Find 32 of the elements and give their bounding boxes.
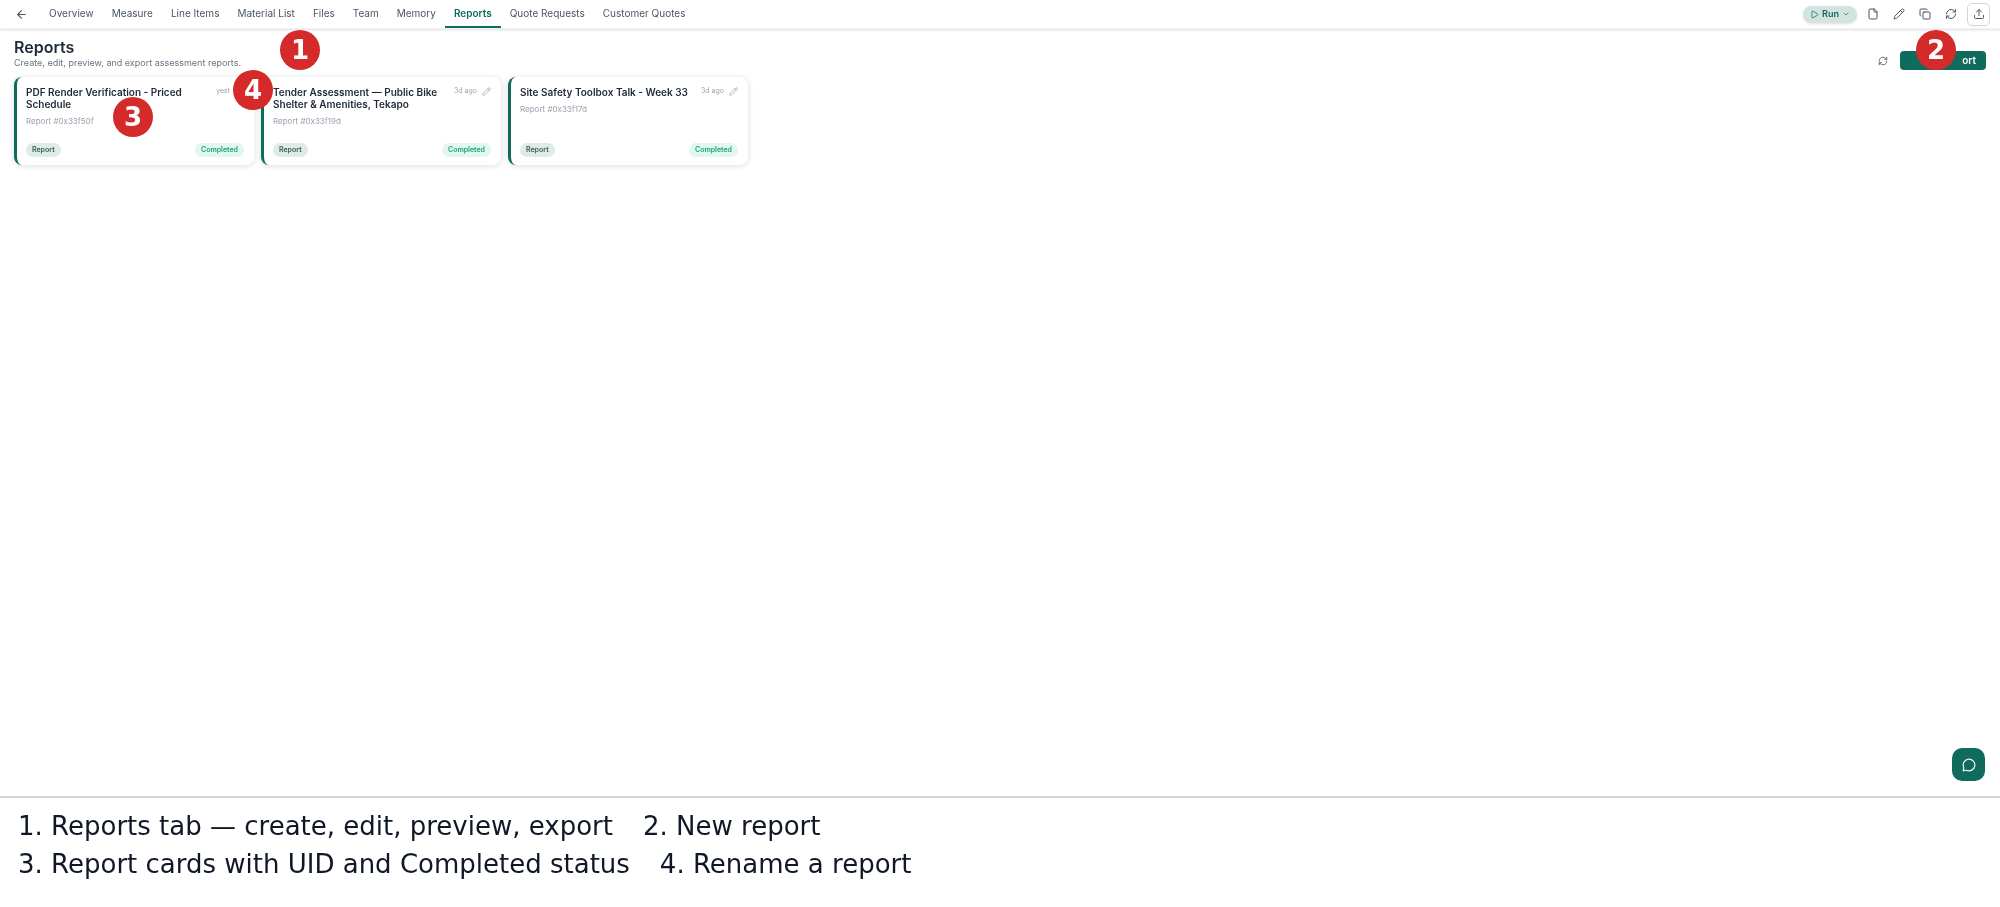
annotation-marker: 4	[233, 70, 273, 110]
tab[interactable]: Customer Quotes	[593, 0, 695, 28]
upload-icon	[1972, 8, 1985, 20]
annotation-marker: 1	[280, 30, 320, 70]
report-title: Tender Assessment — Public Bike Shelter & Amenities, Tekapo	[273, 86, 439, 110]
play-icon	[1810, 9, 1820, 19]
chat-button[interactable]	[1952, 748, 1985, 781]
tab[interactable]: Files	[303, 0, 344, 28]
run-button[interactable]: Run	[1803, 5, 1857, 23]
chat-bubble-icon	[1961, 757, 1976, 772]
tab[interactable]: Team	[343, 0, 388, 28]
page-subtitle: Create, edit, preview, and export assessment reports.	[14, 57, 242, 69]
legend-text: 1. Reports tab — create, edit, preview, export	[18, 812, 613, 840]
annotation-marker: 2	[1916, 30, 1956, 70]
legend-text: 4. Rename a report	[659, 850, 912, 878]
tab[interactable]: Quote Requests	[500, 0, 594, 28]
back-arrow-icon	[14, 7, 28, 21]
upload-button[interactable]	[1967, 2, 1990, 26]
tab[interactable]: Overview	[40, 0, 103, 28]
tab[interactable]: Line Items	[161, 0, 229, 28]
tab[interactable]: Material List	[228, 0, 304, 28]
legend-text: 2. New report	[643, 812, 821, 840]
legend-text: 3. Report cards with UID and Completed status	[18, 850, 630, 878]
tab[interactable]: Measure	[102, 0, 162, 28]
tab[interactable]: Memory	[387, 0, 445, 28]
chevron-down-icon	[1842, 10, 1850, 18]
report-title: Site Safety Toolbox Talk - Week 33	[520, 86, 689, 98]
report-uid: Report #0x33f50f	[26, 115, 94, 127]
tab[interactable]: Reports	[444, 0, 501, 28]
report-uid: Report #0x33f19d	[273, 115, 341, 127]
page-title: Reports	[14, 37, 76, 57]
report-uid: Report #0x33f17d	[520, 103, 587, 115]
